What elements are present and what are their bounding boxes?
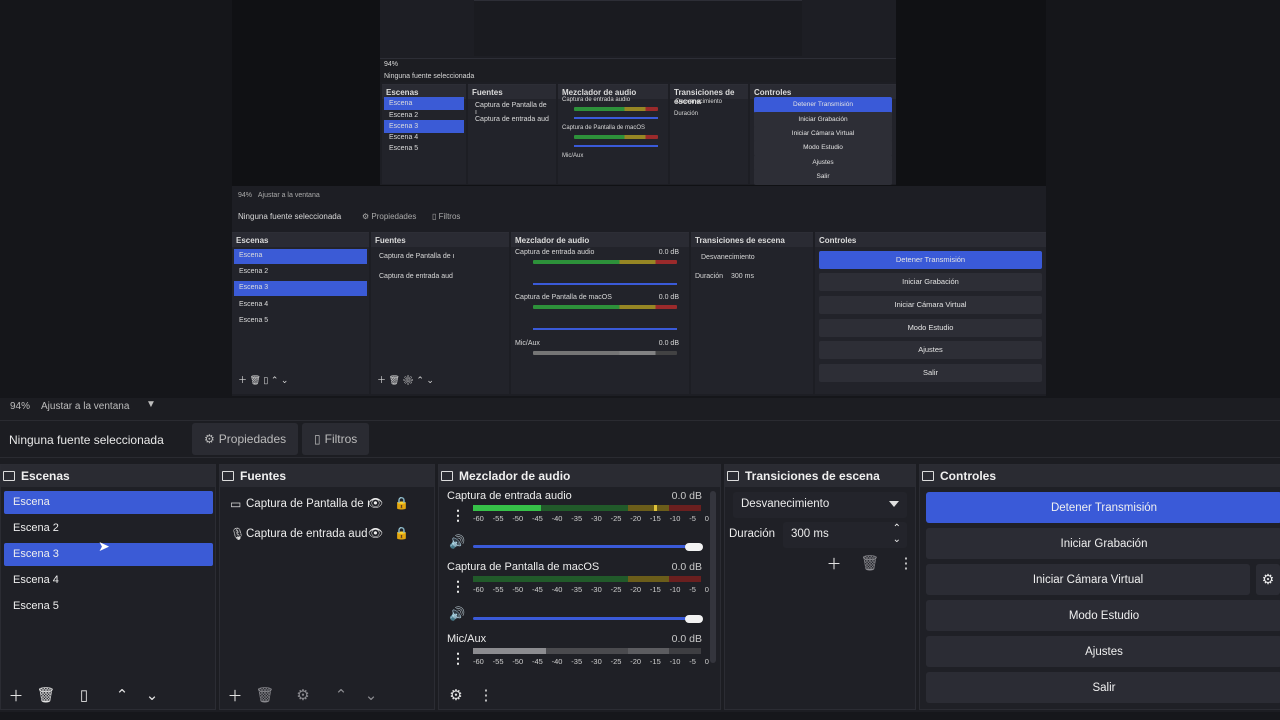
add-transition-icon[interactable]: ＋	[819, 553, 849, 573]
exit-button[interactable]: Salir	[926, 672, 1280, 703]
filters-button[interactable]: ▯ Filtros	[302, 423, 370, 455]
meter-ticks: -60 -55 -50 -45 -40 -35 -30 -25 -20 -15 -10 -5 0	[473, 514, 709, 523]
meter-ticks: -60 -55 -50 -45 -40 -35 -30 -25 -20 -15 -10 -5 0	[473, 585, 709, 594]
transitions-dock: Transiciones de escena Desvanecimiento D…	[724, 464, 916, 710]
speaker-icon[interactable]: 🔊	[449, 606, 465, 622]
scene-item[interactable]: Escena 5	[4, 595, 213, 618]
transitions-toolbar: ＋ 🗑 ⋮	[819, 553, 921, 573]
volume-meter	[473, 648, 701, 654]
volume-meter	[473, 505, 701, 511]
scenes-toolbar: ＋ 🗑 ▯ ⌃ ⌄	[1, 685, 167, 705]
stop-streaming-button[interactable]: Detener Transmisión	[926, 492, 1280, 523]
lock-icon[interactable]: 🔒	[394, 526, 409, 540]
visibility-eye-icon[interactable]: 👁	[368, 526, 383, 540]
chevron-down-icon	[889, 501, 899, 507]
nested-preview-small: 94% Ninguna fuente seleccionada Escenas …	[380, 0, 896, 185]
preview-area[interactable]: 94% Ninguna fuente seleccionada Escenas …	[0, 0, 1280, 398]
lock-icon[interactable]: 🔒	[394, 496, 409, 510]
channel-name: Captura de entrada audio	[447, 490, 572, 502]
volume-slider-handle[interactable]	[685, 543, 703, 551]
kebab-menu-icon[interactable]: ⋮	[451, 578, 465, 595]
channel-db: 0.0 dB	[671, 561, 702, 573]
kebab-menu-icon[interactable]: ⋮	[891, 553, 921, 573]
studio-mode-button[interactable]: Modo Estudio	[926, 600, 1280, 631]
dock-icon	[3, 471, 15, 481]
dock-icon	[727, 471, 739, 481]
channel-db: 0.0 dB	[671, 490, 702, 502]
scenes-dock: Escenas Escena Escena 2 Escena 3 Escena …	[0, 464, 216, 710]
channel-name: Captura de Pantalla de macOS	[447, 561, 600, 573]
no-source-label: Ninguna fuente seleccionada	[9, 433, 164, 447]
scene-item[interactable]: Escena	[4, 491, 213, 514]
transitions-dock-header: Transiciones de escena	[725, 465, 915, 487]
scene-filters-icon[interactable]: ▯	[69, 685, 99, 705]
volume-slider[interactable]	[473, 545, 695, 548]
transition-select[interactable]: Desvanecimiento	[733, 492, 907, 518]
remove-scene-icon[interactable]: 🗑	[31, 685, 61, 705]
chevron-down-icon[interactable]: ▼	[146, 399, 156, 410]
advanced-audio-gear-icon[interactable]: ⚙	[441, 685, 471, 705]
start-virtual-camera-button[interactable]: Iniciar Cámara Virtual	[926, 564, 1250, 595]
scene-item[interactable]: Escena 4	[4, 569, 213, 592]
source-item[interactable]: ▭ Captura de Pantalla de ı	[230, 489, 376, 519]
monitor-icon: ▭	[230, 497, 242, 511]
dock-icon	[222, 471, 234, 481]
meter-ticks: -60 -55 -50 -45 -40 -35 -30 -25 -20 -15 -10 -5 0	[473, 657, 709, 666]
add-scene-icon[interactable]: ＋	[1, 685, 31, 705]
settings-button[interactable]: Ajustes	[926, 636, 1280, 667]
properties-button[interactable]: ⚙ Propiedades	[192, 423, 299, 455]
mixer-scrollbar[interactable]	[710, 491, 716, 663]
zoom-fit-select[interactable]: Ajustar a la ventana	[41, 401, 129, 412]
remove-source-icon[interactable]: 🗑	[250, 685, 280, 705]
mixer-toolbar: ⚙ ⋮	[441, 685, 501, 705]
scenes-dock-header: Escenas	[1, 465, 215, 487]
start-recording-button[interactable]: Iniciar Grabación	[926, 528, 1280, 559]
gear-icon: ⚙	[204, 432, 215, 446]
source-item[interactable]: 🎙 Captura de entrada aud	[230, 519, 376, 549]
sources-toolbar: ＋ 🗑 ⚙ ⌃ ⌄	[220, 685, 386, 705]
duration-spinbox[interactable]: 300 ms ⌃ ⌄	[783, 522, 907, 548]
duration-label: Duración	[729, 528, 776, 540]
mouse-cursor: ➤	[98, 538, 110, 554]
volume-slider[interactable]	[473, 617, 695, 620]
scene-item[interactable]: Escena 2	[4, 517, 213, 540]
obs-window: 94% Ninguna fuente seleccionada Escenas …	[0, 0, 1280, 720]
sources-dock: Fuentes ▭ Captura de Pantalla de ı 👁 🔒 🎙…	[219, 464, 435, 710]
mixer-dock-header: Mezclador de audio	[439, 465, 720, 487]
move-down-icon[interactable]: ⌄	[356, 685, 386, 705]
channel-db: 0.0 dB	[671, 633, 702, 645]
remove-transition-icon[interactable]: 🗑	[855, 553, 885, 573]
channel-name: Mic/Aux	[447, 633, 487, 645]
visibility-eye-icon[interactable]: 👁	[368, 496, 383, 510]
zoom-bar: 94% Ajustar a la ventana ▼	[0, 398, 1280, 416]
move-up-icon[interactable]: ⌃	[326, 685, 356, 705]
add-source-icon[interactable]: ＋	[220, 685, 250, 705]
speaker-icon[interactable]: 🔊	[449, 534, 465, 550]
volume-meter	[473, 576, 701, 582]
zoom-level: 94%	[10, 401, 31, 412]
microphone-icon: 🎙	[230, 527, 246, 541]
volume-slider-handle[interactable]	[685, 615, 703, 623]
dock-icon	[441, 471, 453, 481]
status-bar	[0, 712, 1280, 720]
kebab-menu-icon[interactable]: ⋮	[451, 650, 465, 667]
filter-icon: ▯	[314, 432, 321, 446]
kebab-menu-icon[interactable]: ⋮	[471, 685, 501, 705]
controls-dock-header: Controles	[920, 465, 1280, 487]
stepper-arrows-icon[interactable]: ⌃ ⌄	[893, 523, 901, 545]
source-toolbar: Ninguna fuente seleccionada ⚙ Propiedade…	[0, 420, 1280, 458]
virtual-camera-gear-icon[interactable]: ⚙	[1256, 564, 1280, 595]
sources-dock-header: Fuentes	[220, 465, 434, 487]
audio-mixer-dock: Mezclador de audio Captura de entrada au…	[438, 464, 721, 710]
nested-preview-medium: 94% Ajustar a la ventana Ninguna fuente …	[232, 186, 1046, 396]
move-up-icon[interactable]: ⌃	[107, 685, 137, 705]
move-down-icon[interactable]: ⌄	[137, 685, 167, 705]
source-properties-gear-icon[interactable]: ⚙	[288, 685, 318, 705]
kebab-menu-icon[interactable]: ⋮	[451, 507, 465, 524]
dock-icon	[922, 471, 934, 481]
controls-dock: Controles Detener Transmisión Iniciar Gr…	[919, 464, 1280, 710]
preview-canvas: 94% Ninguna fuente seleccionada Escenas …	[232, 0, 1046, 396]
